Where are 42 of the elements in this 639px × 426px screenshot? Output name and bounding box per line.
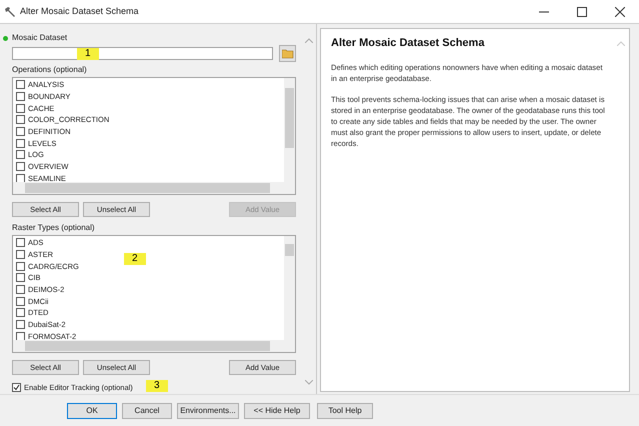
checkbox[interactable] (16, 238, 25, 248)
checkbox[interactable] (16, 92, 25, 102)
folder-icon (282, 48, 294, 58)
checkbox[interactable] (16, 308, 25, 318)
window-title: Alter Mosaic Dataset Schema (20, 4, 139, 18)
dialog-button[interactable]: Tool Help (317, 402, 373, 418)
annotation-badge: 3 (146, 380, 168, 392)
checkbox[interactable] (16, 150, 25, 160)
checkbox[interactable] (16, 273, 25, 282)
dialog-button[interactable]: OK (67, 402, 117, 418)
dialog-button[interactable]: << Hide Help (244, 402, 310, 418)
field-label: Mosaic Dataset (12, 32, 68, 44)
field-label: Operations (optional) (12, 64, 88, 76)
vertical-scrollbar[interactable] (284, 78, 295, 182)
input-field[interactable]: 1 (12, 47, 273, 60)
checkbox[interactable] (16, 285, 25, 294)
close-icon[interactable] (615, 6, 625, 16)
help-title: Alter Mosaic Dataset Schema (331, 36, 486, 51)
checkbox[interactable] (16, 320, 25, 330)
dialog-button[interactable]: Cancel (122, 402, 172, 418)
checkbox[interactable] (16, 104, 25, 113)
hammer-icon (4, 6, 16, 18)
checkbox[interactable] (16, 262, 25, 271)
maximize-icon[interactable] (577, 6, 587, 16)
check-icon (13, 384, 20, 392)
horizontal-scrollbar[interactable] (13, 182, 295, 194)
checkbox[interactable] (16, 332, 25, 341)
checkbox[interactable] (16, 138, 25, 148)
checkbox[interactable] (16, 127, 25, 136)
checkbox[interactable] (16, 115, 25, 124)
vertical-scrollbar[interactable] (284, 236, 295, 340)
annotation-badge: 2 (124, 253, 146, 265)
horizontal-scrollbar[interactable] (13, 340, 295, 352)
checkbox[interactable] (12, 383, 21, 392)
checkbox[interactable] (16, 296, 25, 306)
checkbox[interactable] (16, 174, 25, 183)
checkbox[interactable] (16, 80, 25, 90)
dialog-button[interactable]: Environments... (177, 402, 239, 418)
annotation-badge: 1 (77, 48, 99, 60)
checkbox[interactable] (16, 162, 25, 172)
field-label: Raster Types (optional) (12, 222, 96, 234)
checkbox[interactable] (16, 250, 25, 260)
